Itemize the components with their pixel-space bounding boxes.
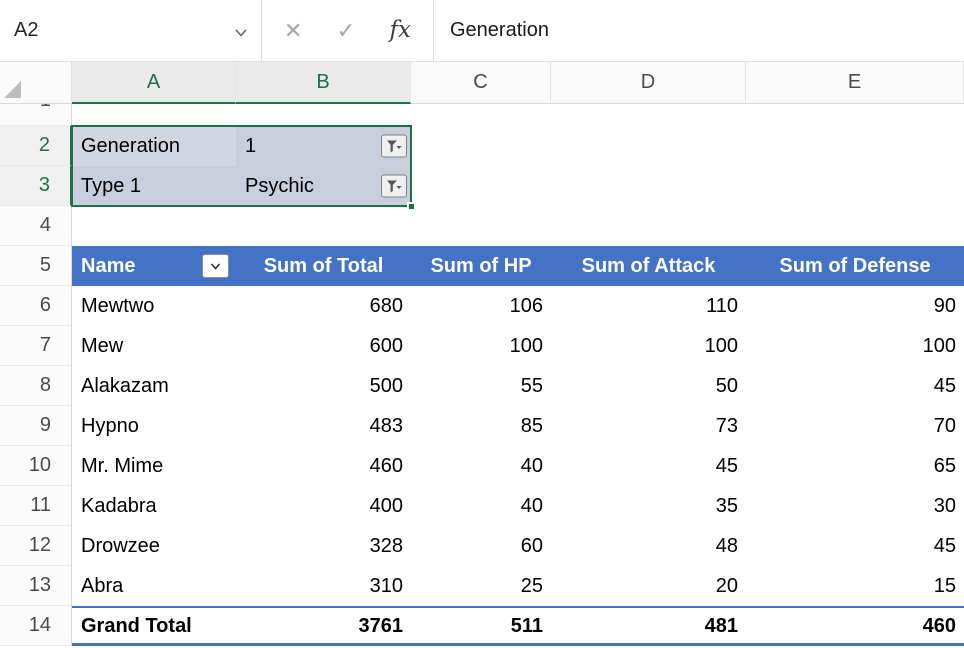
pivot-row: Drowzee 328 60 48 45 [0, 526, 964, 566]
cell-total[interactable]: 460 [236, 446, 411, 486]
cell-attack[interactable]: 48 [551, 526, 746, 566]
cell-hp[interactable]: 25 [411, 566, 551, 606]
cell-attack[interactable]: 50 [551, 366, 746, 406]
cell-reference: A2 [14, 19, 38, 42]
formula-bar-buttons: ✕ ✓ fx [262, 0, 434, 61]
cell-defense[interactable]: 65 [746, 446, 964, 486]
cell-attack[interactable]: 100 [551, 326, 746, 366]
cell-total[interactable]: 310 [236, 566, 411, 606]
filter-funnel-icon [386, 139, 402, 153]
name-filter-dropdown-button[interactable] [202, 254, 229, 278]
cell-name[interactable]: Mew [72, 326, 236, 366]
checkmark-icon: ✓ [337, 18, 355, 43]
filter-dropdown-button[interactable] [381, 135, 407, 158]
pivot-row: Kadabra 400 40 35 30 [0, 486, 964, 526]
cell-name[interactable]: Hypno [72, 406, 236, 446]
pivot-row: Mew 600 100 100 100 [0, 326, 964, 366]
cancel-icon: ✕ [284, 18, 302, 43]
cell-name[interactable]: Mr. Mime [72, 446, 236, 486]
cell-name[interactable]: Drowzee [72, 526, 236, 566]
header-cell-total[interactable]: Sum of Total [236, 246, 411, 286]
cell-defense[interactable]: 90 [746, 286, 964, 326]
name-box-chevron-icon [234, 20, 248, 43]
cell-defense[interactable]: 460 [746, 606, 964, 646]
cell-attack[interactable]: 481 [551, 606, 746, 646]
filter-label-cell[interactable]: Type 1 [72, 166, 236, 206]
formula-text: Generation [450, 19, 549, 42]
pivot-row: Hypno 483 85 73 70 [0, 406, 964, 446]
cell-hp[interactable]: 85 [411, 406, 551, 446]
header-cell-defense[interactable]: Sum of Defense [746, 246, 964, 286]
cell-hp[interactable]: 106 [411, 286, 551, 326]
cell-total[interactable]: 328 [236, 526, 411, 566]
cell-total[interactable]: 483 [236, 406, 411, 446]
row-header[interactable]: 4 [0, 206, 72, 246]
cell-defense[interactable]: 45 [746, 366, 964, 406]
cell-defense[interactable]: 45 [746, 526, 964, 566]
header-cell-attack[interactable]: Sum of Attack [551, 246, 746, 286]
cell-hp[interactable]: 55 [411, 366, 551, 406]
filter-value: Psychic [245, 175, 314, 198]
cancel-button[interactable]: ✕ [284, 20, 302, 42]
pivot-row: Mr. Mime 460 40 45 65 [0, 446, 964, 486]
cell-hp[interactable]: 100 [411, 326, 551, 366]
filter-dropdown-button[interactable] [381, 175, 407, 198]
formula-input[interactable]: Generation [434, 0, 964, 61]
filter-row: Type 1 Psychic [0, 166, 964, 206]
filter-value: 1 [245, 135, 256, 158]
filter-value-cell[interactable]: 1 [236, 126, 411, 166]
cell-total[interactable]: 3761 [236, 606, 411, 646]
cell-hp[interactable]: 40 [411, 446, 551, 486]
cell-total[interactable]: 680 [236, 286, 411, 326]
cell-defense[interactable]: 15 [746, 566, 964, 606]
filter-row: Generation 1 [0, 126, 964, 166]
cell-hp[interactable]: 60 [411, 526, 551, 566]
cell-attack[interactable]: 45 [551, 446, 746, 486]
cell-total[interactable]: 400 [236, 486, 411, 526]
cell-hp[interactable]: 511 [411, 606, 551, 646]
cell-defense[interactable]: 100 [746, 326, 964, 366]
select-all-triangle-icon [3, 80, 22, 99]
cell-name[interactable]: Grand Total [72, 606, 236, 646]
pivot-header-row: Name Sum of Total Sum of HP Sum of Attac… [0, 246, 964, 286]
pivot-row: Alakazam 500 55 50 45 [0, 366, 964, 406]
cell-name[interactable]: Alakazam [72, 366, 236, 406]
cell-name[interactable]: Mewtwo [72, 286, 236, 326]
insert-function-button[interactable]: fx [390, 19, 411, 42]
cell-defense[interactable]: 30 [746, 486, 964, 526]
cell-attack[interactable]: 73 [551, 406, 746, 446]
chevron-down-icon [210, 263, 221, 270]
cell-hp[interactable]: 40 [411, 486, 551, 526]
cell-attack[interactable]: 35 [551, 486, 746, 526]
cell-name[interactable]: Kadabra [72, 486, 236, 526]
pivot-row: Abra 310 25 20 15 [0, 566, 964, 606]
cell-total[interactable]: 500 [236, 366, 411, 406]
cell-name[interactable]: Abra [72, 566, 236, 606]
pivot-row: Mewtwo 680 106 110 90 [0, 286, 964, 326]
filter-label-cell[interactable]: Generation [72, 126, 236, 166]
grand-total-row: Grand Total 3761 511 481 460 [0, 606, 964, 646]
filter-funnel-icon [386, 179, 402, 193]
filter-value-cell[interactable]: Psychic [236, 166, 411, 206]
spreadsheet-app: A2 ✕ ✓ fx Generation A B C D E 1 2 3 4 5… [0, 0, 964, 648]
enter-button[interactable]: ✓ [337, 20, 355, 42]
select-all-corner[interactable] [0, 62, 72, 104]
name-box[interactable]: A2 [0, 0, 262, 61]
cell-defense[interactable]: 70 [746, 406, 964, 446]
cell-attack[interactable]: 20 [551, 566, 746, 606]
column-header-d[interactable]: D [551, 62, 746, 104]
column-header-e[interactable]: E [746, 62, 964, 104]
header-cell-hp[interactable]: Sum of HP [411, 246, 551, 286]
column-header-b[interactable]: B [236, 62, 411, 104]
row-header[interactable]: 1 [0, 104, 72, 126]
fx-icon: fx [390, 17, 411, 43]
cell-total[interactable]: 600 [236, 326, 411, 366]
column-header-c[interactable]: C [411, 62, 551, 104]
column-header-a[interactable]: A [72, 62, 236, 104]
column-header-row: A B C D E [0, 62, 964, 104]
formula-bar: A2 ✕ ✓ fx Generation [0, 0, 964, 62]
cell-attack[interactable]: 110 [551, 286, 746, 326]
fill-handle[interactable] [407, 202, 416, 211]
